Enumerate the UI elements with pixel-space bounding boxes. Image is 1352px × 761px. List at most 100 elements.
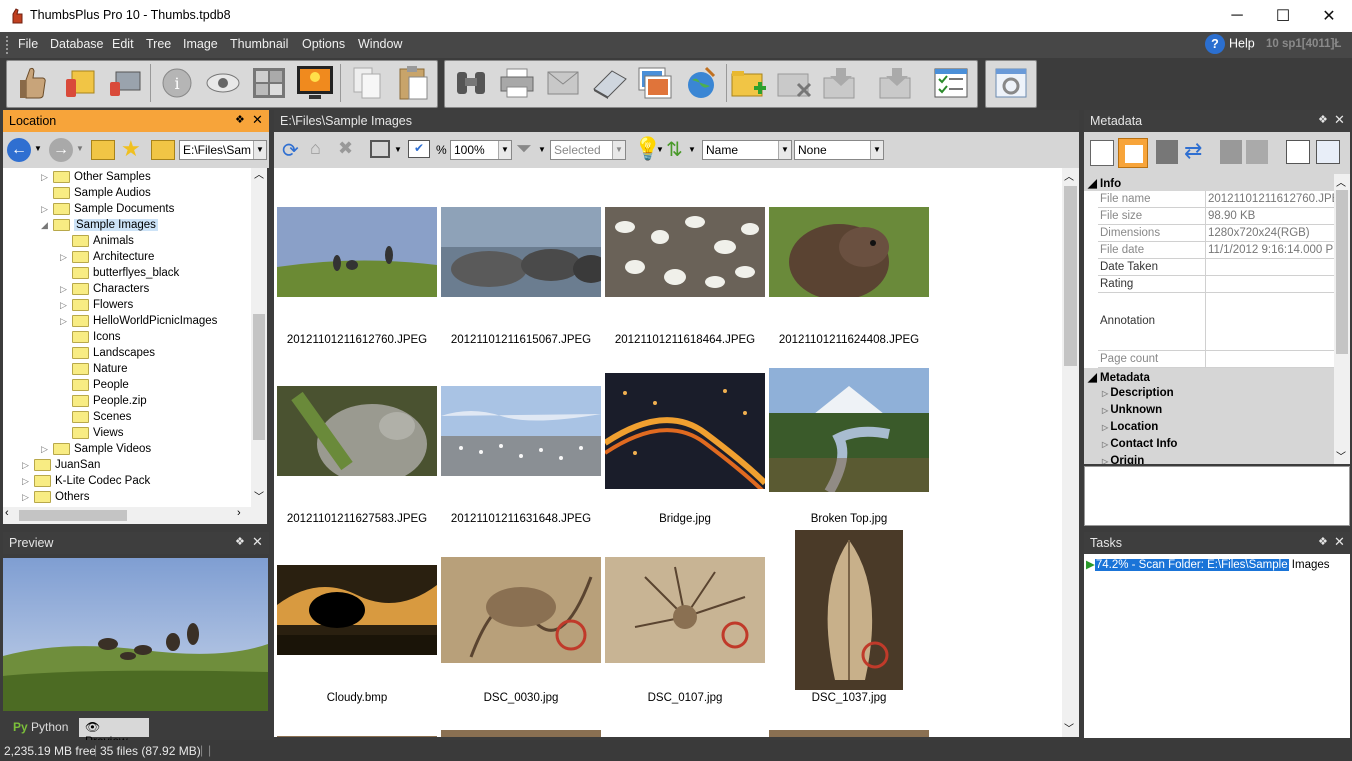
metadata-group[interactable]: ▷ Contact Info	[1084, 436, 1334, 453]
back-icon[interactable]: ←	[7, 138, 31, 162]
compare-icon[interactable]	[250, 64, 288, 102]
tag-icon[interactable]: ⌂	[310, 138, 321, 159]
tree-node[interactable]: ▷ Other Samples	[41, 169, 151, 185]
expand-arrow-icon[interactable]: ▷	[60, 316, 72, 327]
expand-arrow-icon[interactable]: ▷	[22, 476, 34, 487]
filter-combo[interactable]: Selected ▼	[550, 140, 626, 160]
expand-arrow-icon[interactable]: ▷	[41, 204, 53, 215]
expand-arrow-icon[interactable]: ▷	[41, 172, 53, 183]
thumbnail-scroll-thumb[interactable]	[1064, 186, 1077, 366]
metadata-row[interactable]: File name 20121101211612760.JPEG	[1098, 191, 1334, 208]
forward-dropdown-icon[interactable]: ▼	[76, 144, 84, 153]
expand-arrow-icon[interactable]: ▷	[60, 252, 72, 263]
thumbnail-caption[interactable]: Bridge.jpg	[605, 513, 765, 525]
thumbnail-image[interactable]	[277, 386, 437, 476]
info-section-header[interactable]: ◢ Info	[1084, 174, 1334, 191]
tree-node[interactable]: Sample Audios	[41, 185, 151, 201]
location-path-combo[interactable]: E:\Files\Sam ▼	[179, 140, 267, 160]
menu-image[interactable]: Image	[183, 37, 218, 51]
minimize-button[interactable]: ─	[1214, 0, 1260, 32]
forward-icon[interactable]: →	[49, 138, 73, 162]
menu-thumbnail[interactable]: Thumbnail	[230, 37, 288, 51]
expand-arrow-icon[interactable]: ▷	[22, 492, 34, 503]
new-folder-icon[interactable]	[730, 64, 768, 102]
metadata-row[interactable]: Rating	[1098, 276, 1334, 293]
thumbnail-scrollbar[interactable]: ︿ ﹀	[1062, 168, 1079, 737]
thumbnail-image[interactable]	[605, 373, 765, 489]
scroll-up-icon[interactable]: ︿	[1336, 174, 1346, 189]
thumbnail-image[interactable]	[441, 730, 601, 737]
metadata-group[interactable]: ▷ Origin	[1084, 453, 1334, 464]
slideshow-icon[interactable]	[296, 64, 334, 102]
copy-icon[interactable]	[348, 64, 386, 102]
tab-python[interactable]: Py Python	[7, 718, 77, 737]
pin-icon[interactable]: ❖	[235, 113, 245, 126]
tree-node[interactable]: ▷ Sample Documents	[41, 201, 174, 217]
thumbnail-image[interactable]	[795, 530, 903, 690]
menu-database[interactable]: Database	[50, 37, 104, 51]
metadata-edit-icon[interactable]	[1118, 138, 1148, 168]
expand-arrow-icon[interactable]: ▷	[41, 444, 53, 455]
tree-node[interactable]: ▷ K-Lite Codec Pack	[22, 473, 150, 489]
filter-icon[interactable]: ⏷	[516, 138, 532, 161]
thumbnail-image[interactable]	[605, 207, 765, 297]
tree-node[interactable]: ▷ Architecture	[60, 249, 154, 265]
tree-node[interactable]: ▷ Sample Videos	[41, 441, 151, 457]
thumbnail-image[interactable]	[769, 730, 929, 737]
scroll-up-icon[interactable]: ︿	[252, 168, 266, 184]
gallery-icon[interactable]	[636, 64, 674, 102]
metadata-scrollbar[interactable]: ︿ ﹀	[1334, 174, 1350, 464]
thumbnail-image[interactable]	[441, 207, 601, 297]
refresh-folder-icon[interactable]	[91, 140, 115, 160]
thumbnail-caption[interactable]: 20121101211612760.JPEG	[277, 334, 437, 346]
panel-close-icon[interactable]: ✕	[1334, 534, 1345, 550]
thumbnail-caption[interactable]: 20121101211624408.JPEG	[769, 334, 929, 346]
thumbnail-image[interactable]	[441, 386, 601, 476]
tree-node[interactable]: ▷ Others	[22, 489, 90, 505]
settings-icon[interactable]	[992, 64, 1030, 102]
thumbnail-image[interactable]	[277, 207, 437, 297]
checklist-icon[interactable]	[932, 64, 970, 102]
pin-icon[interactable]: ❖	[235, 535, 245, 548]
view-dropdown-icon[interactable]: ▼	[394, 145, 402, 154]
metadata-row[interactable]: Page count	[1098, 351, 1334, 368]
thumbnail-image[interactable]	[277, 565, 437, 655]
tree-node[interactable]: ▷ HelloWorldPicnicImages	[60, 313, 217, 329]
menu-window[interactable]: Window	[358, 37, 402, 51]
tree-node[interactable]: Scenes	[60, 409, 131, 425]
tree-node[interactable]: Nature	[60, 361, 128, 377]
untag-icon[interactable]: ✖	[338, 138, 353, 159]
metadata-row[interactable]: File date 11/1/2012 9:16:14.000 PM	[1098, 242, 1334, 259]
print-icon[interactable]	[498, 64, 536, 102]
scroll-down-icon[interactable]: ﹀	[252, 490, 266, 506]
thumbnail-caption[interactable]: DSC_0107.jpg	[605, 692, 765, 704]
tree-node[interactable]: ◢ Sample Images	[41, 217, 158, 233]
web-icon[interactable]	[682, 64, 720, 102]
tree-node[interactable]: Icons	[60, 329, 121, 345]
tab-preview[interactable]: 👁 Preview	[79, 718, 149, 748]
drive-icon[interactable]	[106, 64, 144, 102]
favorites-star-icon[interactable]: ★	[121, 136, 141, 162]
pin-icon[interactable]: ❖	[1318, 535, 1328, 548]
tree-node[interactable]: ▷ JuanSan	[22, 457, 100, 473]
tree-node[interactable]: butterflyes_black	[60, 265, 179, 281]
metadata-section-header[interactable]: ◢ Metadata	[1084, 368, 1334, 385]
sort-order-icon[interactable]: ⇅	[666, 137, 683, 162]
tree-node[interactable]: Landscapes	[60, 345, 155, 361]
refresh-icon[interactable]: ⟳	[282, 138, 299, 163]
help-button[interactable]: ? Help	[1205, 34, 1255, 54]
thumbnail-image[interactable]	[277, 736, 437, 737]
tree-node[interactable]: ▷ Flowers	[60, 297, 133, 313]
sort-combo[interactable]: Name ▼	[702, 140, 792, 160]
scroll-right-icon[interactable]: ›	[237, 507, 241, 519]
info-icon[interactable]: i	[158, 64, 196, 102]
goto-folder-icon[interactable]	[151, 140, 175, 160]
close-button[interactable]: ✕	[1306, 0, 1352, 32]
thumbnail-image[interactable]	[769, 207, 929, 297]
thumbnail-image[interactable]	[441, 557, 601, 663]
metadata-row[interactable]: Annotation	[1098, 293, 1334, 351]
tree-node[interactable]: People.zip	[60, 393, 147, 409]
metadata-help-icon[interactable]	[1316, 140, 1340, 164]
pin-icon[interactable]: ❖	[1318, 113, 1328, 126]
metadata-scroll-thumb[interactable]	[1336, 190, 1348, 354]
